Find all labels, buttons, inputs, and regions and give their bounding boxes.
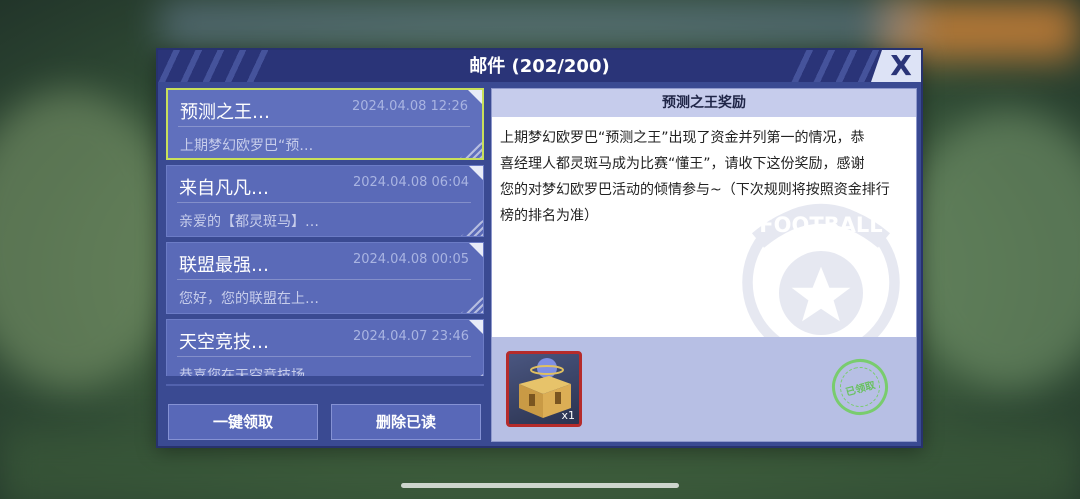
corner-fold-icon bbox=[468, 90, 482, 104]
list-divider bbox=[166, 384, 484, 386]
stripe-decoration bbox=[460, 142, 482, 158]
mail-detail-panel: 预测之王奖励 FOOTBALL 上期梦幻欧罗巴“预测之王”出现了资金并列第一的情… bbox=[491, 88, 917, 442]
mail-title: 联盟最强… bbox=[179, 255, 269, 276]
claimed-stamp-icon: 已领取 bbox=[825, 352, 895, 422]
reward-quantity: x1 bbox=[561, 409, 575, 422]
mail-dialog: 邮件 (202/200) X 预测之王… 2024.04.08 12:26 上期… bbox=[156, 48, 923, 448]
mail-preview: 亲爱的【都灵斑马】… bbox=[179, 214, 319, 230]
mail-preview: 您好，您的联盟在上… bbox=[179, 291, 319, 307]
detail-message: 上期梦幻欧罗巴“预测之王”出现了资金并列第一的情况，恭 喜经理人都灵斑马成为比赛… bbox=[500, 130, 890, 224]
home-indicator[interactable] bbox=[401, 483, 679, 488]
mail-divider bbox=[178, 126, 470, 127]
mail-item-2[interactable]: 来自凡凡… 2024.04.08 06:04 亲爱的【都灵斑马】… bbox=[166, 165, 484, 237]
mail-divider bbox=[177, 356, 471, 357]
delete-read-button[interactable]: 删除已读 bbox=[331, 404, 481, 440]
mail-date: 2024.04.08 06:04 bbox=[352, 175, 469, 190]
mail-divider bbox=[177, 202, 471, 203]
reward-item-slot[interactable]: x1 bbox=[506, 351, 582, 427]
stamp-text: 已领取 bbox=[835, 362, 885, 412]
detail-body[interactable]: FOOTBALL 上期梦幻欧罗巴“预测之王”出现了资金并列第一的情况，恭 喜经理… bbox=[492, 117, 916, 337]
stripe-decoration bbox=[461, 374, 483, 376]
mail-list[interactable]: 预测之王… 2024.04.08 12:26 上期梦幻欧罗巴“预… 来自凡凡… … bbox=[166, 88, 484, 376]
background-blur-left bbox=[0, 90, 180, 390]
detail-title: 预测之王奖励 bbox=[492, 89, 916, 117]
mail-title: 天空竞技… bbox=[179, 332, 269, 353]
corner-fold-icon bbox=[469, 320, 483, 334]
mail-title: 来自凡凡… bbox=[179, 178, 269, 199]
corner-fold-icon bbox=[469, 166, 483, 180]
mail-divider bbox=[177, 279, 471, 280]
stripe-decoration bbox=[461, 297, 483, 313]
stripe-decoration bbox=[461, 220, 483, 236]
dialog-titlebar: 邮件 (202/200) X bbox=[158, 50, 921, 82]
mail-preview: 上期梦幻欧罗巴“预… bbox=[180, 138, 314, 154]
mail-date: 2024.04.08 00:05 bbox=[352, 252, 469, 267]
mail-date: 2024.04.07 23:46 bbox=[352, 329, 469, 344]
claim-all-button[interactable]: 一键领取 bbox=[168, 404, 318, 440]
dialog-title: 邮件 (202/200) bbox=[469, 56, 610, 77]
mail-preview: 恭喜您在天空竞技场… bbox=[179, 368, 319, 376]
corner-fold-icon bbox=[469, 243, 483, 257]
background-blur-top bbox=[160, 0, 920, 48]
mail-item-3[interactable]: 联盟最强… 2024.04.08 00:05 您好，您的联盟在上… bbox=[166, 242, 484, 314]
mail-item-4[interactable]: 天空竞技… 2024.04.07 23:46 恭喜您在天空竞技场… bbox=[166, 319, 484, 376]
mail-title: 预测之王… bbox=[180, 102, 270, 123]
mail-item-1[interactable]: 预测之王… 2024.04.08 12:26 上期梦幻欧罗巴“预… bbox=[166, 88, 484, 160]
mail-date: 2024.04.08 12:26 bbox=[351, 99, 468, 114]
background-blur-right bbox=[900, 110, 1080, 390]
